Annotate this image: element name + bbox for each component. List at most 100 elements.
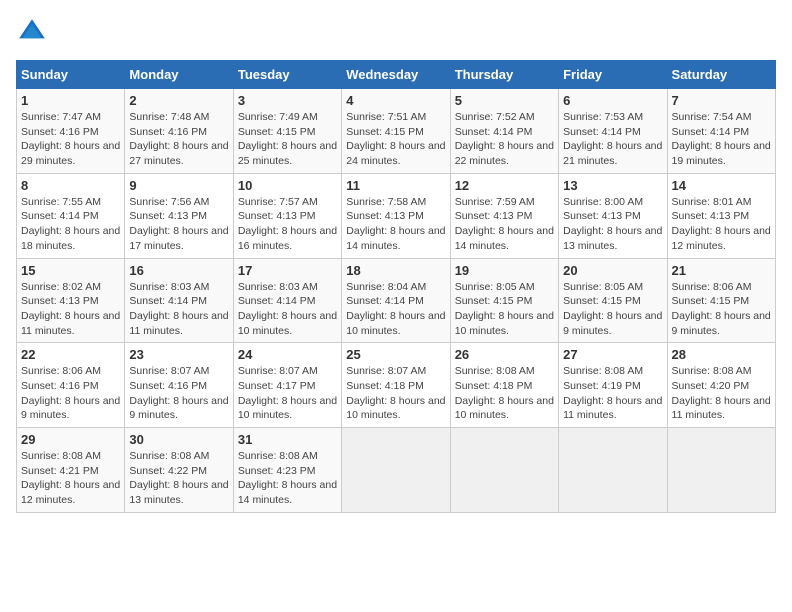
day-detail: Sunrise: 8:08 AM Sunset: 4:22 PM Dayligh… (129, 449, 228, 508)
calendar-cell: 21 Sunrise: 8:06 AM Sunset: 4:15 PM Dayl… (667, 258, 775, 343)
daylight: Daylight: 8 hours and 12 minutes. (672, 225, 771, 252)
calendar-cell: 25 Sunrise: 8:07 AM Sunset: 4:18 PM Dayl… (342, 343, 450, 428)
daylight: Daylight: 8 hours and 10 minutes. (238, 310, 337, 337)
day-detail: Sunrise: 8:06 AM Sunset: 4:16 PM Dayligh… (21, 364, 120, 423)
calendar-cell: 19 Sunrise: 8:05 AM Sunset: 4:15 PM Dayl… (450, 258, 558, 343)
day-detail: Sunrise: 8:05 AM Sunset: 4:15 PM Dayligh… (563, 280, 662, 339)
daylight: Daylight: 8 hours and 21 minutes. (563, 140, 662, 167)
day-detail: Sunrise: 8:03 AM Sunset: 4:14 PM Dayligh… (238, 280, 337, 339)
weekday-header-friday: Friday (559, 61, 667, 89)
day-detail: Sunrise: 8:08 AM Sunset: 4:19 PM Dayligh… (563, 364, 662, 423)
day-number: 2 (129, 93, 228, 108)
calendar-cell: 7 Sunrise: 7:54 AM Sunset: 4:14 PM Dayli… (667, 89, 775, 174)
daylight: Daylight: 8 hours and 10 minutes. (346, 310, 445, 337)
sunset: Sunset: 4:15 PM (672, 295, 750, 307)
sunrise: Sunrise: 7:54 AM (672, 111, 752, 123)
daylight: Daylight: 8 hours and 14 minutes. (455, 225, 554, 252)
calendar-cell (342, 428, 450, 513)
sunrise: Sunrise: 8:08 AM (21, 450, 101, 462)
sunrise: Sunrise: 8:01 AM (672, 196, 752, 208)
calendar-cell: 2 Sunrise: 7:48 AM Sunset: 4:16 PM Dayli… (125, 89, 233, 174)
weekday-header-wednesday: Wednesday (342, 61, 450, 89)
daylight: Daylight: 8 hours and 9 minutes. (129, 395, 228, 422)
day-detail: Sunrise: 8:03 AM Sunset: 4:14 PM Dayligh… (129, 280, 228, 339)
day-number: 16 (129, 263, 228, 278)
day-number: 22 (21, 347, 120, 362)
calendar-cell: 27 Sunrise: 8:08 AM Sunset: 4:19 PM Dayl… (559, 343, 667, 428)
sunrise: Sunrise: 8:08 AM (563, 365, 643, 377)
day-number: 1 (21, 93, 120, 108)
day-detail: Sunrise: 8:08 AM Sunset: 4:21 PM Dayligh… (21, 449, 120, 508)
sunset: Sunset: 4:16 PM (21, 126, 99, 138)
sunrise: Sunrise: 8:04 AM (346, 281, 426, 293)
sunset: Sunset: 4:15 PM (238, 126, 316, 138)
sunrise: Sunrise: 8:02 AM (21, 281, 101, 293)
sunset: Sunset: 4:16 PM (129, 126, 207, 138)
day-number: 23 (129, 347, 228, 362)
day-detail: Sunrise: 8:07 AM Sunset: 4:18 PM Dayligh… (346, 364, 445, 423)
daylight: Daylight: 8 hours and 10 minutes. (346, 395, 445, 422)
day-detail: Sunrise: 7:56 AM Sunset: 4:13 PM Dayligh… (129, 195, 228, 254)
day-number: 15 (21, 263, 120, 278)
daylight: Daylight: 8 hours and 14 minutes. (346, 225, 445, 252)
calendar-cell: 10 Sunrise: 7:57 AM Sunset: 4:13 PM Dayl… (233, 173, 341, 258)
day-detail: Sunrise: 7:48 AM Sunset: 4:16 PM Dayligh… (129, 110, 228, 169)
sunrise: Sunrise: 8:00 AM (563, 196, 643, 208)
daylight: Daylight: 8 hours and 11 minutes. (563, 395, 662, 422)
calendar-cell: 20 Sunrise: 8:05 AM Sunset: 4:15 PM Dayl… (559, 258, 667, 343)
day-number: 31 (238, 432, 337, 447)
day-number: 12 (455, 178, 554, 193)
day-number: 21 (672, 263, 771, 278)
sunrise: Sunrise: 8:07 AM (129, 365, 209, 377)
day-number: 30 (129, 432, 228, 447)
day-detail: Sunrise: 7:53 AM Sunset: 4:14 PM Dayligh… (563, 110, 662, 169)
sunset: Sunset: 4:13 PM (238, 210, 316, 222)
sunset: Sunset: 4:18 PM (455, 380, 533, 392)
sunset: Sunset: 4:13 PM (346, 210, 424, 222)
daylight: Daylight: 8 hours and 9 minutes. (21, 395, 120, 422)
sunrise: Sunrise: 8:08 AM (129, 450, 209, 462)
sunset: Sunset: 4:13 PM (563, 210, 641, 222)
day-detail: Sunrise: 8:08 AM Sunset: 4:23 PM Dayligh… (238, 449, 337, 508)
calendar-cell: 23 Sunrise: 8:07 AM Sunset: 4:16 PM Dayl… (125, 343, 233, 428)
day-detail: Sunrise: 7:54 AM Sunset: 4:14 PM Dayligh… (672, 110, 771, 169)
logo (16, 16, 52, 48)
daylight: Daylight: 8 hours and 22 minutes. (455, 140, 554, 167)
sunset: Sunset: 4:17 PM (238, 380, 316, 392)
calendar-cell: 5 Sunrise: 7:52 AM Sunset: 4:14 PM Dayli… (450, 89, 558, 174)
calendar-cell: 28 Sunrise: 8:08 AM Sunset: 4:20 PM Dayl… (667, 343, 775, 428)
calendar-cell (450, 428, 558, 513)
sunset: Sunset: 4:22 PM (129, 465, 207, 477)
day-detail: Sunrise: 8:07 AM Sunset: 4:16 PM Dayligh… (129, 364, 228, 423)
sunset: Sunset: 4:14 PM (563, 126, 641, 138)
day-detail: Sunrise: 7:51 AM Sunset: 4:15 PM Dayligh… (346, 110, 445, 169)
calendar-cell: 30 Sunrise: 8:08 AM Sunset: 4:22 PM Dayl… (125, 428, 233, 513)
sunrise: Sunrise: 7:48 AM (129, 111, 209, 123)
calendar-cell: 31 Sunrise: 8:08 AM Sunset: 4:23 PM Dayl… (233, 428, 341, 513)
day-detail: Sunrise: 8:05 AM Sunset: 4:15 PM Dayligh… (455, 280, 554, 339)
day-number: 8 (21, 178, 120, 193)
day-number: 18 (346, 263, 445, 278)
sunset: Sunset: 4:21 PM (21, 465, 99, 477)
calendar-week-4: 22 Sunrise: 8:06 AM Sunset: 4:16 PM Dayl… (17, 343, 776, 428)
sunset: Sunset: 4:20 PM (672, 380, 750, 392)
day-detail: Sunrise: 8:08 AM Sunset: 4:20 PM Dayligh… (672, 364, 771, 423)
daylight: Daylight: 8 hours and 25 minutes. (238, 140, 337, 167)
sunset: Sunset: 4:13 PM (672, 210, 750, 222)
calendar-cell: 22 Sunrise: 8:06 AM Sunset: 4:16 PM Dayl… (17, 343, 125, 428)
sunrise: Sunrise: 8:07 AM (238, 365, 318, 377)
sunrise: Sunrise: 8:03 AM (129, 281, 209, 293)
day-number: 17 (238, 263, 337, 278)
day-detail: Sunrise: 8:02 AM Sunset: 4:13 PM Dayligh… (21, 280, 120, 339)
sunrise: Sunrise: 8:08 AM (672, 365, 752, 377)
day-detail: Sunrise: 7:52 AM Sunset: 4:14 PM Dayligh… (455, 110, 554, 169)
sunset: Sunset: 4:23 PM (238, 465, 316, 477)
daylight: Daylight: 8 hours and 13 minutes. (563, 225, 662, 252)
daylight: Daylight: 8 hours and 11 minutes. (21, 310, 120, 337)
calendar-cell: 8 Sunrise: 7:55 AM Sunset: 4:14 PM Dayli… (17, 173, 125, 258)
daylight: Daylight: 8 hours and 12 minutes. (21, 479, 120, 506)
sunset: Sunset: 4:14 PM (238, 295, 316, 307)
page-header (16, 16, 776, 48)
sunset: Sunset: 4:14 PM (346, 295, 424, 307)
day-number: 5 (455, 93, 554, 108)
